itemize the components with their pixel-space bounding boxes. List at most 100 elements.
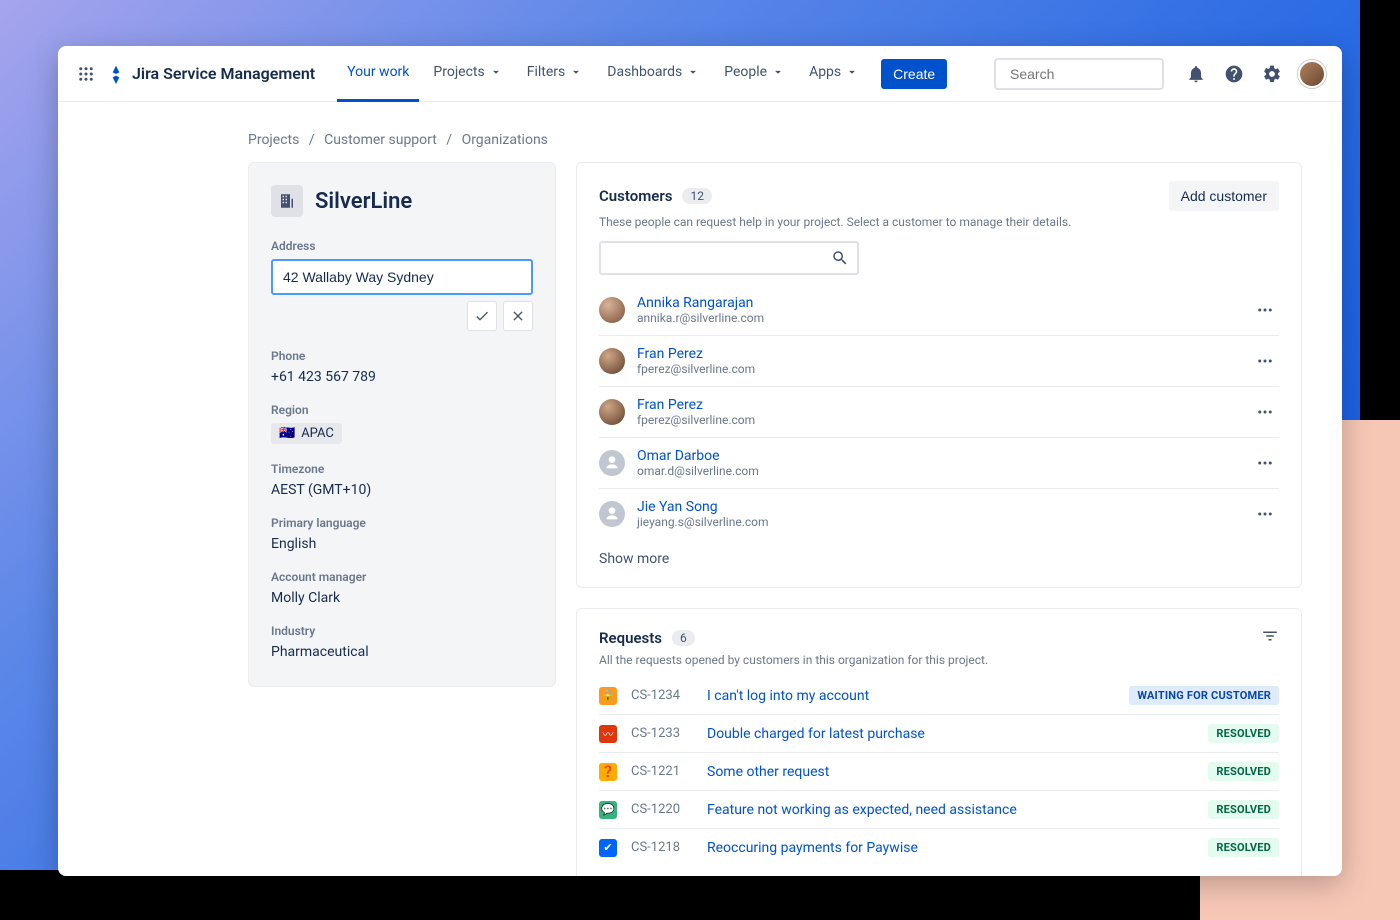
more-horizontal-icon	[1256, 352, 1274, 370]
customer-name[interactable]: Omar Darboe	[637, 448, 759, 464]
request-row: 〰 CS-1233 Double charged for latest purc…	[599, 715, 1279, 753]
global-search-input[interactable]	[1010, 66, 1191, 82]
timezone-label: Timezone	[271, 462, 533, 476]
customer-avatar	[599, 399, 625, 425]
request-type-icon: 🔒	[599, 687, 617, 705]
breadcrumb-page[interactable]: Organizations	[462, 132, 548, 148]
customer-avatar	[599, 348, 625, 374]
customer-row: Jie Yan Song jieyang.s@silverline.com	[599, 489, 1279, 539]
address-input[interactable]	[271, 259, 533, 295]
settings-icon[interactable]	[1260, 62, 1284, 86]
customer-search[interactable]	[599, 241, 859, 275]
request-summary[interactable]: Reoccuring payments for Paywise	[707, 840, 1194, 856]
request-row: 🔒 CS-1234 I can't log into my account WA…	[599, 677, 1279, 715]
customer-name[interactable]: Jie Yan Song	[637, 499, 769, 515]
app-switcher-icon[interactable]	[74, 62, 98, 86]
request-summary[interactable]: Double charged for latest purchase	[707, 726, 1194, 742]
customer-name[interactable]: Annika Rangarajan	[637, 295, 764, 311]
add-customer-button[interactable]: Add customer	[1169, 181, 1279, 211]
request-summary[interactable]: Some other request	[707, 764, 1194, 780]
customer-email: annika.r@silverline.com	[637, 311, 764, 325]
phone-value[interactable]: +61 423 567 789	[271, 369, 533, 385]
more-horizontal-icon	[1256, 301, 1274, 319]
customer-name[interactable]: Fran Perez	[637, 397, 755, 413]
requests-panel: Requests 6 All the requests opened by cu…	[576, 608, 1302, 876]
request-status-badge: WAITING FOR CUSTOMER	[1129, 686, 1279, 705]
product-logo[interactable]: Jira Service Management	[106, 64, 315, 84]
top-nav: Jira Service Management Your work Projec…	[58, 46, 1342, 102]
customer-more-button[interactable]	[1251, 296, 1279, 324]
timezone-value[interactable]: AEST (GMT+10)	[271, 482, 533, 498]
more-horizontal-icon	[1256, 454, 1274, 472]
address-label: Address	[271, 239, 533, 253]
customer-more-button[interactable]	[1251, 347, 1279, 375]
nav-projects[interactable]: Projects	[423, 46, 512, 102]
create-button[interactable]: Create	[881, 59, 947, 89]
request-key[interactable]: CS-1234	[631, 688, 693, 703]
request-key[interactable]: CS-1233	[631, 726, 693, 741]
industry-value[interactable]: Pharmaceutical	[271, 644, 533, 660]
customers-subtitle: These people can request help in your pr…	[599, 215, 1279, 229]
request-key[interactable]: CS-1221	[631, 764, 693, 779]
building-icon	[271, 185, 303, 217]
nav-people[interactable]: People	[714, 46, 795, 102]
customer-name[interactable]: Fran Perez	[637, 346, 755, 362]
customer-email: omar.d@silverline.com	[637, 464, 759, 478]
filter-icon[interactable]	[1261, 627, 1279, 649]
request-status-badge: RESOLVED	[1208, 724, 1279, 743]
check-icon	[474, 308, 490, 324]
cancel-edit-button[interactable]	[503, 301, 533, 331]
request-row: ✔ CS-1218 Reoccuring payments for Paywis…	[599, 829, 1279, 866]
global-search[interactable]	[994, 58, 1164, 90]
industry-label: Industry	[271, 624, 533, 638]
chevron-down-icon	[569, 65, 583, 79]
profile-avatar[interactable]	[1298, 60, 1326, 88]
customer-row: Annika Rangarajan annika.r@silverline.co…	[599, 285, 1279, 336]
notifications-icon[interactable]	[1184, 62, 1208, 86]
primary-nav: Your work Projects Filters Dashboards Pe…	[337, 46, 947, 102]
show-more-customers[interactable]: Show more	[599, 551, 1279, 567]
language-label: Primary language	[271, 516, 533, 530]
nav-apps[interactable]: Apps	[799, 46, 869, 102]
customer-avatar	[599, 450, 625, 476]
request-type-icon: ✔	[599, 839, 617, 857]
request-key[interactable]: CS-1220	[631, 802, 693, 817]
customer-row: Fran Perez fperez@silverline.com	[599, 336, 1279, 387]
region-label: Region	[271, 403, 533, 417]
request-status-badge: RESOLVED	[1208, 762, 1279, 781]
request-type-icon: 〰	[599, 725, 617, 743]
language-value[interactable]: English	[271, 536, 533, 552]
request-key[interactable]: CS-1218	[631, 840, 693, 855]
nav-dashboards[interactable]: Dashboards	[597, 46, 710, 102]
more-horizontal-icon	[1256, 505, 1274, 523]
help-icon[interactable]	[1222, 62, 1246, 86]
flag-icon: 🇦🇺	[279, 426, 295, 441]
customer-more-button[interactable]	[1251, 398, 1279, 426]
breadcrumb-project[interactable]: Customer support	[324, 132, 437, 148]
more-horizontal-icon	[1256, 403, 1274, 421]
customer-row: Omar Darboe omar.d@silverline.com	[599, 438, 1279, 489]
customer-more-button[interactable]	[1251, 500, 1279, 528]
breadcrumb-projects[interactable]: Projects	[248, 132, 299, 148]
customer-email: jieyang.s@silverline.com	[637, 515, 769, 529]
customer-row: Fran Perez fperez@silverline.com	[599, 387, 1279, 438]
confirm-edit-button[interactable]	[467, 301, 497, 331]
region-chip[interactable]: 🇦🇺 APAC	[271, 423, 342, 444]
request-row: 💬 CS-1220 Feature not working as expecte…	[599, 791, 1279, 829]
nav-your-work[interactable]: Your work	[337, 46, 419, 102]
customer-more-button[interactable]	[1251, 449, 1279, 477]
search-icon	[831, 249, 849, 267]
customer-avatar	[599, 297, 625, 323]
requests-title: Requests	[599, 629, 662, 647]
request-row: ❓ CS-1221 Some other request RESOLVED	[599, 753, 1279, 791]
customer-search-input[interactable]	[609, 250, 831, 266]
customer-avatar	[599, 501, 625, 527]
customers-panel: Customers 12 Add customer These people c…	[576, 162, 1302, 588]
request-summary[interactable]: Feature not working as expected, need as…	[707, 802, 1194, 818]
request-summary[interactable]: I can't log into my account	[707, 688, 1115, 704]
request-status-badge: RESOLVED	[1208, 800, 1279, 819]
phone-label: Phone	[271, 349, 533, 363]
close-icon	[510, 308, 526, 324]
manager-value[interactable]: Molly Clark	[271, 590, 533, 606]
nav-filters[interactable]: Filters	[517, 46, 594, 102]
